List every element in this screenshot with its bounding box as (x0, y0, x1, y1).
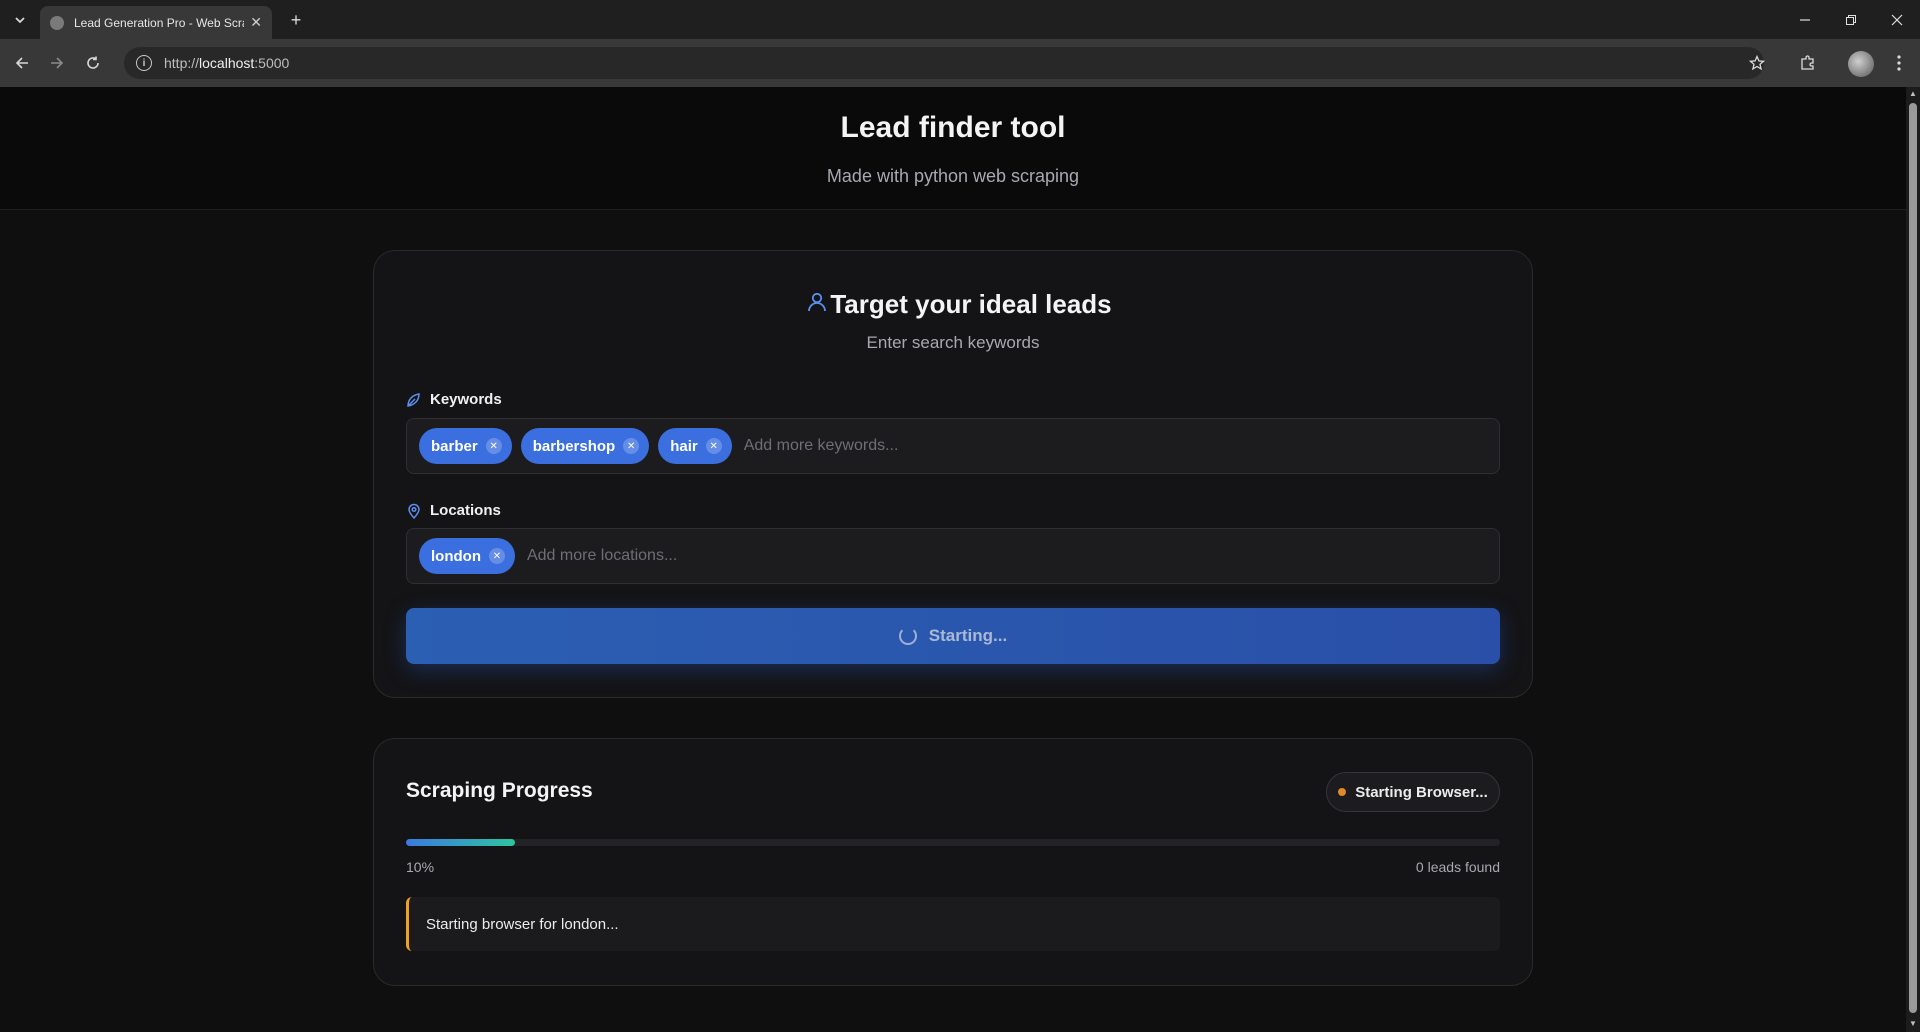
location-tag: london ✕ (419, 538, 515, 574)
page-header: Lead finder tool Made with python web sc… (0, 87, 1906, 210)
arrow-left-icon (15, 57, 28, 69)
progress-bar (406, 839, 1500, 846)
globe-icon (50, 15, 64, 30)
keyword-tag-label: hair (670, 437, 698, 455)
progress-card: Scraping Progress Starting Browser... 10… (373, 738, 1533, 986)
remove-tag-icon[interactable]: ✕ (623, 438, 640, 454)
reload-button[interactable] (81, 51, 105, 75)
loading-spinner-icon (898, 627, 917, 645)
minimize-button[interactable] (1782, 0, 1828, 39)
keyword-tag: hair ✕ (658, 428, 732, 464)
keyword-tag: barbershop ✕ (520, 428, 650, 464)
progress-bar-fill (406, 839, 516, 846)
remove-tag-icon[interactable]: ✕ (485, 438, 502, 454)
reload-icon (87, 56, 99, 69)
url-host: localhost (199, 55, 255, 71)
url-scheme: http:// (164, 55, 200, 71)
remove-tag-icon[interactable]: ✕ (705, 438, 722, 454)
tab-title: Lead Generation Pro - Web Scraper (74, 15, 244, 30)
keyword-tag-label: barbershop (532, 437, 616, 455)
page-subtitle: Made with python web scraping (826, 166, 1080, 186)
keywords-input[interactable] (740, 437, 1499, 455)
locations-label-text: Locations (430, 502, 501, 519)
browser-menu-button[interactable] (1887, 51, 1911, 75)
leads-count: 0 leads found (1415, 859, 1500, 875)
page-scrollbar[interactable]: ▲ ▼ (1906, 87, 1920, 1032)
locations-input[interactable] (523, 547, 1499, 565)
restore-icon (1846, 14, 1856, 25)
keywords-label-text: Keywords (430, 391, 502, 408)
chevron-down-icon (15, 16, 25, 23)
address-bar[interactable]: i http://localhost:5000 (124, 47, 1764, 79)
minimize-icon (1800, 18, 1810, 21)
browser-toolbar: i http://localhost:5000 (0, 39, 1920, 87)
back-button[interactable] (10, 51, 34, 75)
arrow-right-icon (51, 57, 64, 69)
page-viewport: Lead finder tool Made with python web sc… (0, 87, 1906, 1032)
log-message: Starting browser for london... (406, 897, 1500, 951)
info-icon[interactable]: i (136, 55, 152, 71)
locations-input-container[interactable]: london ✕ (406, 528, 1500, 584)
tag-icon (407, 392, 420, 407)
scrollbar-thumb[interactable] (1909, 103, 1917, 1013)
kebab-menu-icon (1897, 55, 1901, 71)
keywords-input-container[interactable]: barber ✕ barbershop ✕ hair ✕ (406, 418, 1500, 474)
start-button-label: Starting... (928, 626, 1008, 645)
location-tag-label: london (431, 547, 481, 565)
locations-label: Locations (406, 502, 501, 519)
profile-avatar[interactable] (1848, 51, 1874, 77)
scroll-up-icon[interactable]: ▲ (1909, 89, 1917, 98)
close-icon (1891, 14, 1903, 25)
status-badge: Starting Browser... (1326, 772, 1500, 812)
log-message-text: Starting browser for london... (426, 915, 619, 933)
scroll-down-icon[interactable]: ▼ (1909, 1019, 1917, 1028)
bookmark-star-button[interactable] (1745, 51, 1769, 75)
status-text: Starting Browser... (1355, 783, 1488, 801)
new-tab-button[interactable]: + (284, 8, 308, 32)
star-icon (1749, 55, 1765, 71)
map-pin-icon (408, 503, 420, 519)
puzzle-icon (1801, 55, 1814, 70)
search-card: Target your ideal leads Enter search key… (373, 250, 1533, 698)
search-subtitle: Enter search keywords (866, 333, 1040, 352)
keyword-tag: barber ✕ (419, 428, 512, 464)
keyword-tag-label: barber (431, 437, 478, 455)
tab-search-button[interactable] (6, 6, 34, 34)
page-title: Lead finder tool (840, 111, 1066, 144)
close-window-button[interactable] (1874, 0, 1920, 39)
progress-title: Scraping Progress (406, 779, 593, 802)
tab-strip: Lead Generation Pro - Web Scraper ✕ + (0, 0, 1920, 39)
close-tab-icon[interactable]: ✕ (250, 14, 262, 31)
extensions-button[interactable] (1796, 51, 1820, 75)
forward-button[interactable] (45, 51, 69, 75)
keywords-label: Keywords (406, 391, 502, 408)
search-title: Target your ideal leads (830, 289, 1112, 319)
url-port: :5000 (254, 55, 290, 71)
start-scraping-button[interactable]: Starting... (406, 608, 1500, 664)
remove-tag-icon[interactable]: ✕ (488, 548, 505, 564)
restore-button[interactable] (1828, 0, 1874, 39)
browser-tab[interactable]: Lead Generation Pro - Web Scraper ✕ (40, 6, 272, 39)
status-dot-icon (1338, 788, 1347, 796)
progress-percent: 10% (406, 859, 435, 875)
